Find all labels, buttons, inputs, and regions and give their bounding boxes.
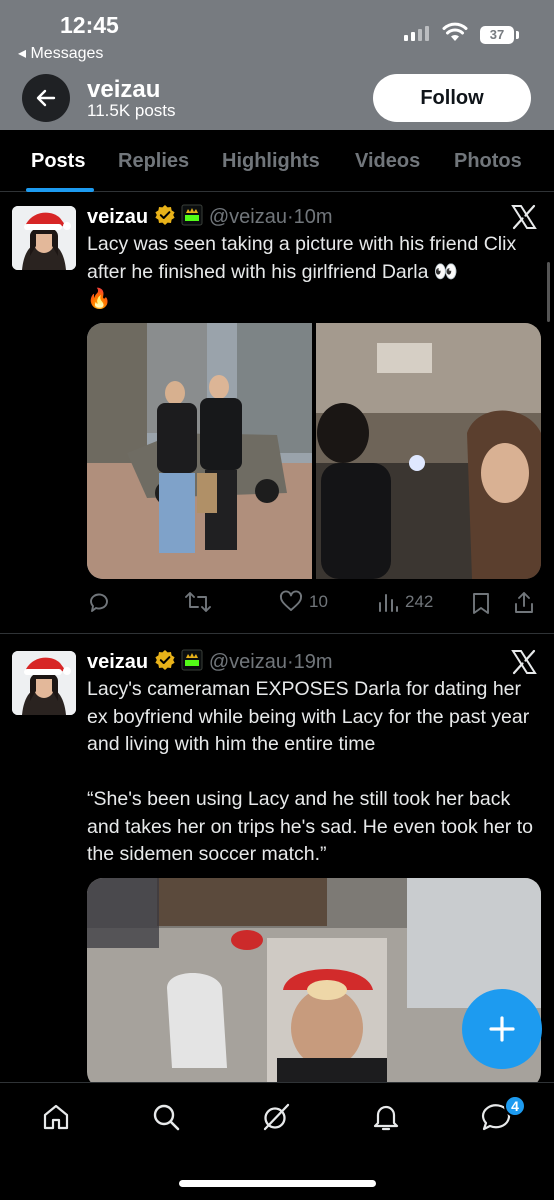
tab-posts[interactable]: Posts (31, 150, 85, 173)
messages-unread-badge: 4 (504, 1095, 526, 1117)
tab-replies[interactable]: Replies (118, 150, 189, 173)
battery-indicator: 37 (480, 26, 514, 44)
profile-name: veizau (87, 76, 161, 103)
home-icon (43, 1104, 69, 1130)
tweet-text: Lacy was seen taking a picture with his … (87, 233, 517, 310)
profile-post-count: 11.5K posts (87, 101, 176, 120)
tweet-handle[interactable]: @veizau (209, 651, 287, 673)
avatar-image (12, 206, 76, 270)
home-indicator[interactable] (179, 1180, 376, 1187)
tweet-time: ·10m (286, 206, 333, 228)
reply-icon (90, 593, 108, 612)
compose-post-button[interactable] (462, 989, 542, 1069)
nav-home[interactable] (36, 1097, 76, 1137)
cellular-signal-icon (404, 26, 429, 41)
verified-badge-icon (155, 205, 175, 225)
tweet-actions: 10 242 (87, 590, 539, 620)
nav-grok[interactable] (256, 1097, 296, 1137)
tweet-text: Lacy's cameraman EXPOSES Darla for datin… (87, 678, 533, 865)
tweet-time: ·19m (286, 651, 333, 673)
tweet-header: veizau @veizau·10m (87, 204, 333, 229)
avatar-image (12, 651, 76, 715)
follow-button[interactable]: Follow (373, 74, 531, 122)
tweet-media-photos (87, 323, 541, 579)
back-to-messages-link[interactable]: ◂ Messages (18, 43, 103, 63)
x-logo-icon (511, 204, 537, 230)
avatar[interactable] (12, 206, 76, 270)
status-bar: 12:45 ◂ Messages 37 (0, 0, 554, 68)
kick-badge-icon (181, 204, 203, 226)
status-time: 12:45 (60, 12, 119, 38)
tweet-header: veizau @veizau·19m (87, 649, 333, 674)
views-button[interactable]: 242 (377, 590, 433, 614)
tweet-author-name[interactable]: veizau (87, 651, 148, 673)
tab-videos[interactable]: Videos (355, 150, 420, 173)
search-icon (153, 1104, 180, 1131)
x-logo-icon (511, 649, 537, 675)
repost-icon (185, 592, 211, 612)
profile-tabs: Posts Replies Highlights Videos Photos (0, 130, 554, 192)
nav-search[interactable] (146, 1097, 186, 1137)
avatar[interactable] (12, 651, 76, 715)
kick-badge-icon (181, 649, 203, 671)
like-button[interactable]: 10 (279, 590, 328, 614)
bell-icon (373, 1105, 399, 1131)
bookmark-icon[interactable] (471, 592, 491, 616)
plus-icon (489, 1016, 515, 1042)
views-chart-icon (379, 594, 398, 612)
views-count: 242 (405, 592, 434, 611)
back-button[interactable] (22, 74, 70, 122)
tweet-author-name[interactable]: veizau (87, 206, 148, 228)
nav-notifications[interactable] (366, 1097, 406, 1137)
arrow-left-icon (36, 89, 56, 107)
active-tab-indicator (26, 188, 94, 192)
tweet[interactable]: veizau @veizau·10m Lacy was seen taking … (0, 193, 554, 633)
wifi-icon (442, 22, 468, 41)
repost-button[interactable] (185, 590, 217, 614)
tab-highlights[interactable]: Highlights (222, 150, 320, 173)
tweet-handle[interactable]: @veizau (209, 206, 287, 228)
like-count: 10 (309, 592, 328, 611)
tweet-media-grid[interactable] (87, 323, 541, 579)
heart-icon (280, 590, 302, 611)
battery-nub (516, 31, 519, 39)
tab-photos[interactable]: Photos (454, 150, 522, 173)
share-icon[interactable] (513, 591, 535, 615)
verified-badge-icon (155, 650, 175, 670)
grok-icon (263, 1103, 290, 1131)
reply-button[interactable] (87, 590, 117, 614)
